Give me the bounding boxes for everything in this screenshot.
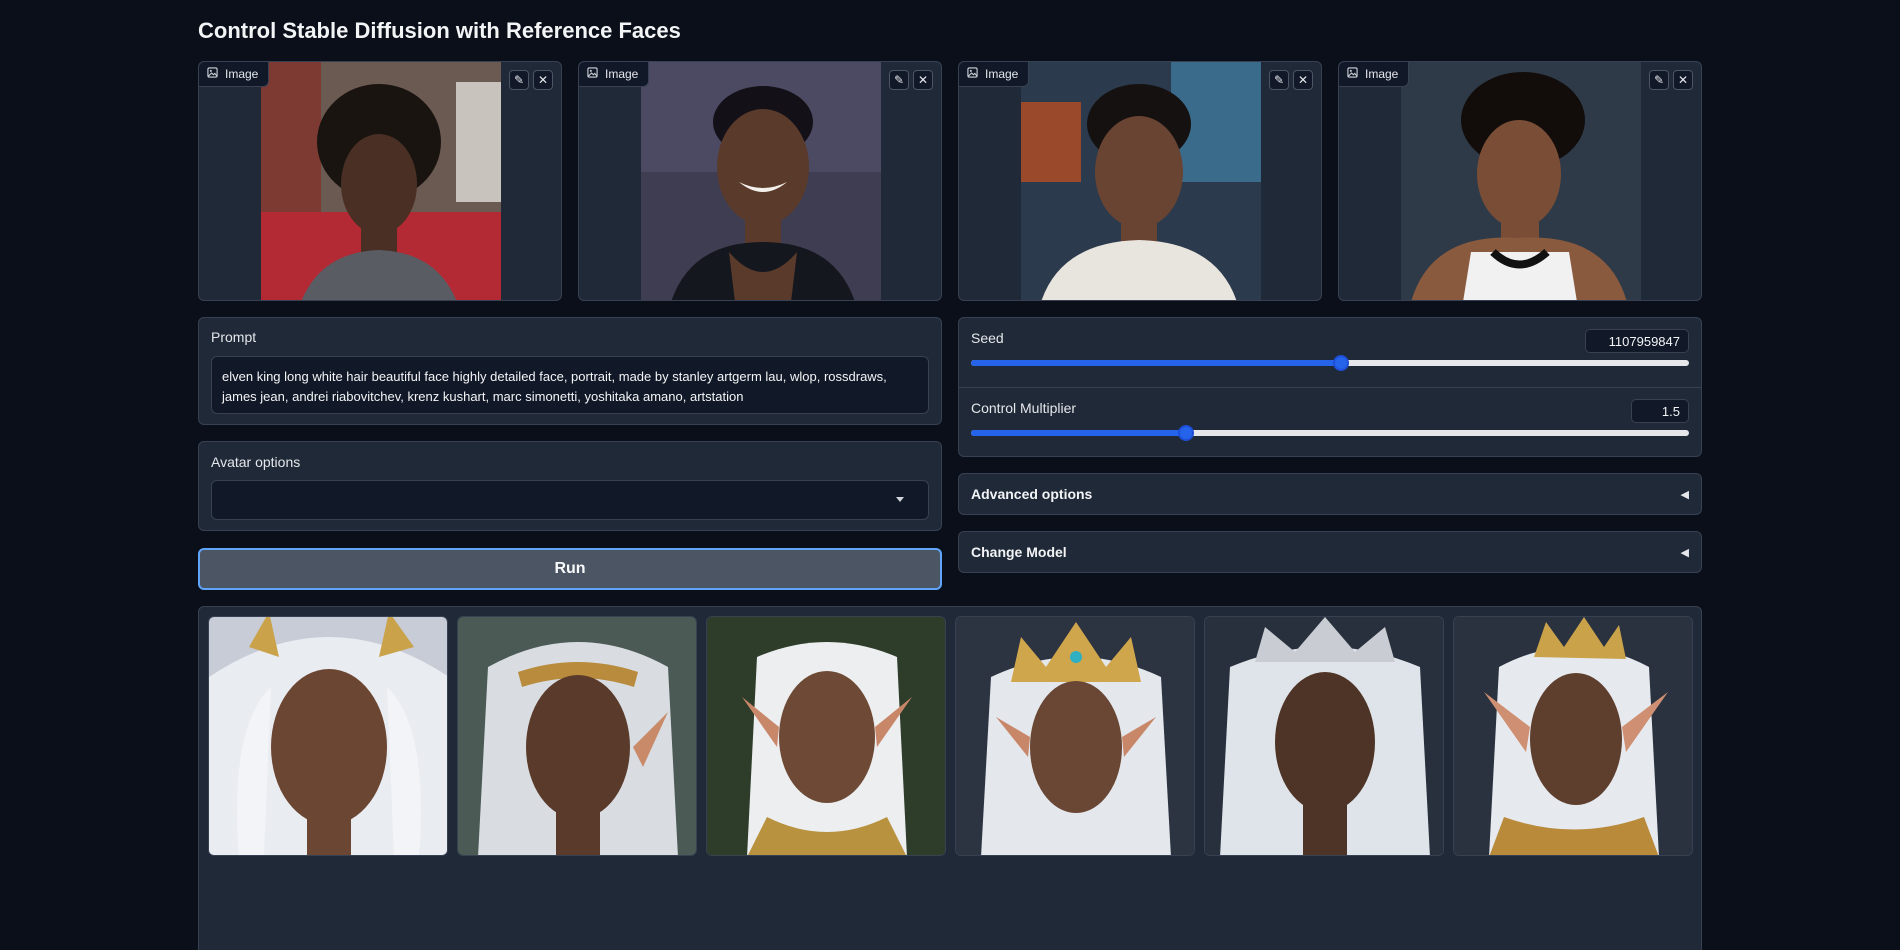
sliders-panel: Seed 1107959847 Control Multiplier 1.5 [958,317,1702,457]
close-icon: ✕ [537,73,549,87]
prompt-textarea[interactable]: elven king long white hair beautiful fac… [211,356,929,414]
seed-input[interactable]: 1107959847 [1585,329,1689,353]
prompt-panel: Prompt elven king long white hair beauti… [198,317,942,425]
image-tag: Image [1339,62,1410,87]
image-label: Image [225,67,259,81]
reference-image-3[interactable]: Image ✎ ✕ [958,61,1322,301]
gallery-image-5[interactable] [1204,616,1444,856]
control-multiplier-slider-fill [971,430,1187,436]
chevron-down-icon [896,497,904,502]
edit-image-button[interactable]: ✎ [889,70,909,90]
reference-photo [1021,62,1261,300]
reference-image-1[interactable]: Image ✎ ✕ [198,61,562,301]
image-tag: Image [199,62,270,87]
run-button[interactable]: Run [198,548,942,590]
avatar-options-label: Avatar options [211,454,301,470]
seed-label: Seed [971,330,1004,346]
remove-image-button[interactable]: ✕ [1673,70,1693,90]
gallery-image-2[interactable] [457,616,697,856]
seed-slider[interactable] [971,355,1689,371]
gallery-image-6[interactable] [1453,616,1693,856]
avatar-options-dropdown[interactable] [211,480,929,520]
reference-photo [1401,62,1641,300]
pencil-icon: ✎ [1273,73,1285,87]
pencil-icon: ✎ [513,73,525,87]
edit-image-button[interactable]: ✎ [1649,70,1669,90]
divider [959,387,1701,388]
control-multiplier-slider[interactable] [971,425,1689,441]
image-tag: Image [579,62,650,87]
reference-image-4[interactable]: Image ✎ ✕ [1338,61,1702,301]
collapse-arrow-icon: ◀ [1680,546,1689,559]
reference-image-2[interactable]: Image ✎ ✕ [578,61,942,301]
image-label: Image [1365,67,1399,81]
control-multiplier-label: Control Multiplier [971,400,1077,416]
close-icon: ✕ [917,73,929,87]
seed-slider-handle[interactable] [1332,355,1349,371]
collapse-arrow-icon: ◀ [1680,488,1689,501]
gallery-image-1[interactable] [208,616,448,856]
close-icon: ✕ [1677,73,1689,87]
pencil-icon: ✎ [1653,73,1665,87]
control-multiplier-input[interactable]: 1.5 [1631,399,1689,423]
pencil-icon: ✎ [893,73,905,87]
edit-image-button[interactable]: ✎ [509,70,529,90]
image-icon [1347,67,1358,81]
seed-slider-fill [971,360,1341,366]
image-icon [587,67,598,81]
edit-image-button[interactable]: ✎ [1269,70,1289,90]
gallery-image-4[interactable] [955,616,1195,856]
control-multiplier-slider-handle[interactable] [1178,425,1195,441]
remove-image-button[interactable]: ✕ [533,70,553,90]
remove-image-button[interactable]: ✕ [1293,70,1313,90]
image-tag: Image [959,62,1030,87]
page-title: Control Stable Diffusion with Reference … [198,18,681,43]
image-label: Image [605,67,639,81]
reference-photo [261,62,501,300]
image-label: Image [985,67,1019,81]
output-gallery [198,606,1702,950]
advanced-options-accordion[interactable]: Advanced options ◀ [958,473,1702,515]
change-model-accordion[interactable]: Change Model ◀ [958,531,1702,573]
advanced-options-label: Advanced options [971,486,1093,502]
image-icon [207,67,218,81]
remove-image-button[interactable]: ✕ [913,70,933,90]
image-icon [967,67,978,81]
prompt-label: Prompt [211,329,257,345]
gallery-image-3[interactable] [706,616,946,856]
close-icon: ✕ [1297,73,1309,87]
reference-photo [641,62,881,300]
avatar-options-panel: Avatar options [198,441,942,531]
change-model-label: Change Model [971,544,1067,560]
